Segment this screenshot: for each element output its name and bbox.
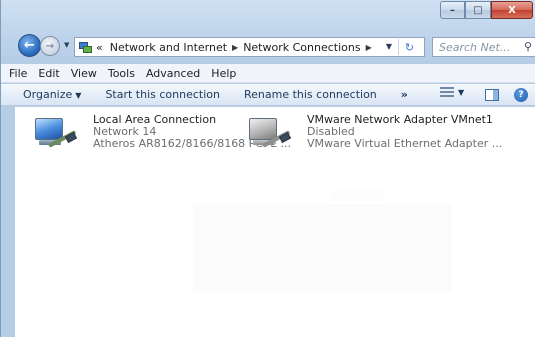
organize-label: Organize	[23, 88, 73, 101]
connection-item-vmnet1[interactable]: VMware Network Adapter VMnet1 Disabled V…	[247, 114, 502, 156]
breadcrumb-separator-icon[interactable]: ▶	[366, 43, 372, 52]
breadcrumb-network-and-internet[interactable]: Network and Internet	[110, 41, 227, 54]
connections-list: Local Area Connection Network 14 Atheros…	[15, 107, 535, 337]
close-button[interactable]: X	[491, 1, 533, 19]
refresh-button[interactable]: ↻	[398, 39, 420, 55]
menu-help[interactable]: Help	[211, 67, 236, 80]
address-dropdown-icon[interactable]: ▼	[386, 42, 392, 51]
search-input[interactable]: Search Net... ⚲	[432, 37, 535, 57]
navigation-bar: ← → ▼ « Network and Internet ▶ Network C…	[1, 31, 535, 61]
network-adapter-icon	[247, 114, 293, 156]
rename-connection-button[interactable]: Rename this connection	[244, 88, 377, 101]
change-view-button[interactable]: ▼	[440, 87, 464, 98]
forward-button[interactable]: →	[40, 36, 60, 56]
views-icon	[440, 87, 454, 98]
search-placeholder: Search Net...	[439, 40, 511, 54]
blank-area	[193, 204, 452, 292]
preview-pane-button[interactable]	[485, 89, 499, 101]
caption-buttons: – □ X	[440, 1, 533, 20]
blank-area	[331, 188, 384, 202]
minimize-button[interactable]: –	[440, 1, 465, 19]
organize-button[interactable]: Organize ▼	[23, 88, 81, 101]
back-button[interactable]: ←	[18, 34, 41, 57]
breadcrumb-separator-icon[interactable]: ▶	[232, 43, 238, 52]
chevron-down-icon: ▼	[75, 91, 82, 100]
chevron-down-icon: ▼	[64, 41, 70, 49]
menu-file[interactable]: File	[9, 67, 27, 80]
chevron-down-icon: ▼	[458, 88, 465, 97]
recent-pages-button[interactable]: ▼	[64, 41, 69, 49]
maximize-button[interactable]: □	[465, 1, 491, 19]
more-commands-button[interactable]: »	[401, 88, 408, 101]
menu-tools[interactable]: Tools	[108, 67, 135, 80]
breadcrumb-network-connections[interactable]: Network Connections	[243, 41, 360, 54]
search-icon[interactable]: ⚲	[524, 40, 532, 53]
help-button[interactable]: ?	[514, 88, 528, 102]
arrow-left-icon: ←	[24, 38, 35, 53]
command-bar: Organize ▼ Start this connection Rename t…	[1, 84, 535, 106]
connection-device: VMware Virtual Ethernet Adapter ...	[307, 137, 503, 150]
network-connections-icon	[79, 41, 92, 54]
network-adapter-icon	[33, 114, 79, 156]
menu-view[interactable]: View	[71, 67, 97, 80]
arrow-right-icon: →	[45, 40, 55, 52]
connection-details: VMware Network Adapter VMnet1 Disabled V…	[307, 114, 502, 150]
menu-bar: File Edit View Tools Advanced Help	[1, 64, 535, 83]
address-bar[interactable]: « Network and Internet ▶ Network Connect…	[74, 37, 425, 57]
network-connections-window: – □ X ← → ▼ « Network and Internet ▶ Net…	[0, 0, 535, 337]
menu-advanced[interactable]: Advanced	[146, 67, 200, 80]
menu-edit[interactable]: Edit	[38, 67, 59, 80]
start-connection-button[interactable]: Start this connection	[105, 88, 220, 101]
address-overflow[interactable]: «	[96, 41, 103, 54]
